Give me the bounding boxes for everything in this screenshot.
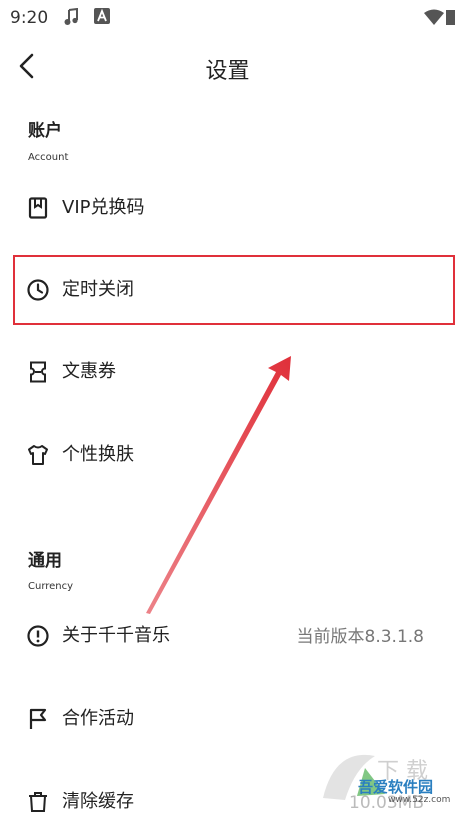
flag-icon [29, 708, 47, 729]
partner-label: 合作活动 [62, 708, 134, 729]
bookmark-icon [28, 197, 48, 219]
header-bar: 设置 [0, 40, 455, 96]
version-text: 当前版本8.3.1.8 [296, 627, 424, 647]
font-app-icon [94, 8, 110, 24]
skin-label: 个性换肤 [62, 444, 134, 465]
trash-icon [29, 792, 47, 812]
highlight-frame [13, 255, 455, 325]
vip-redeem-item[interactable]: VIP兑换码 [0, 174, 455, 242]
status-time: 9:20 [10, 8, 49, 28]
wifi-icon [424, 9, 444, 25]
clear-cache-label: 清除缓存 [62, 791, 134, 812]
about-item[interactable]: 关于千千音乐 当前版本8.3.1.8 [0, 602, 455, 670]
general-section-subtitle: Currency [28, 581, 74, 592]
account-section-subtitle: Account [28, 152, 69, 163]
battery-icon [446, 10, 455, 25]
status-bar: 9:20 [0, 0, 455, 36]
ticket-icon [30, 361, 46, 383]
info-circle-icon [27, 625, 49, 647]
page-title: 设置 [205, 59, 250, 84]
skin-item[interactable]: 个性换肤 [0, 421, 455, 489]
about-label: 关于千千音乐 [62, 625, 170, 646]
vip-redeem-label: VIP兑换码 [62, 197, 145, 218]
general-section-title: 通用 [28, 551, 62, 571]
watermark-url: www.52z.com [388, 795, 451, 805]
watermark-text: 吾爱软件园 [358, 778, 434, 796]
music-note-icon [64, 8, 78, 25]
account-section-title: 账户 [28, 121, 62, 141]
tshirt-icon [28, 445, 48, 465]
coupon-item[interactable]: 文惠券 [0, 338, 455, 406]
coupon-label: 文惠券 [62, 361, 116, 382]
